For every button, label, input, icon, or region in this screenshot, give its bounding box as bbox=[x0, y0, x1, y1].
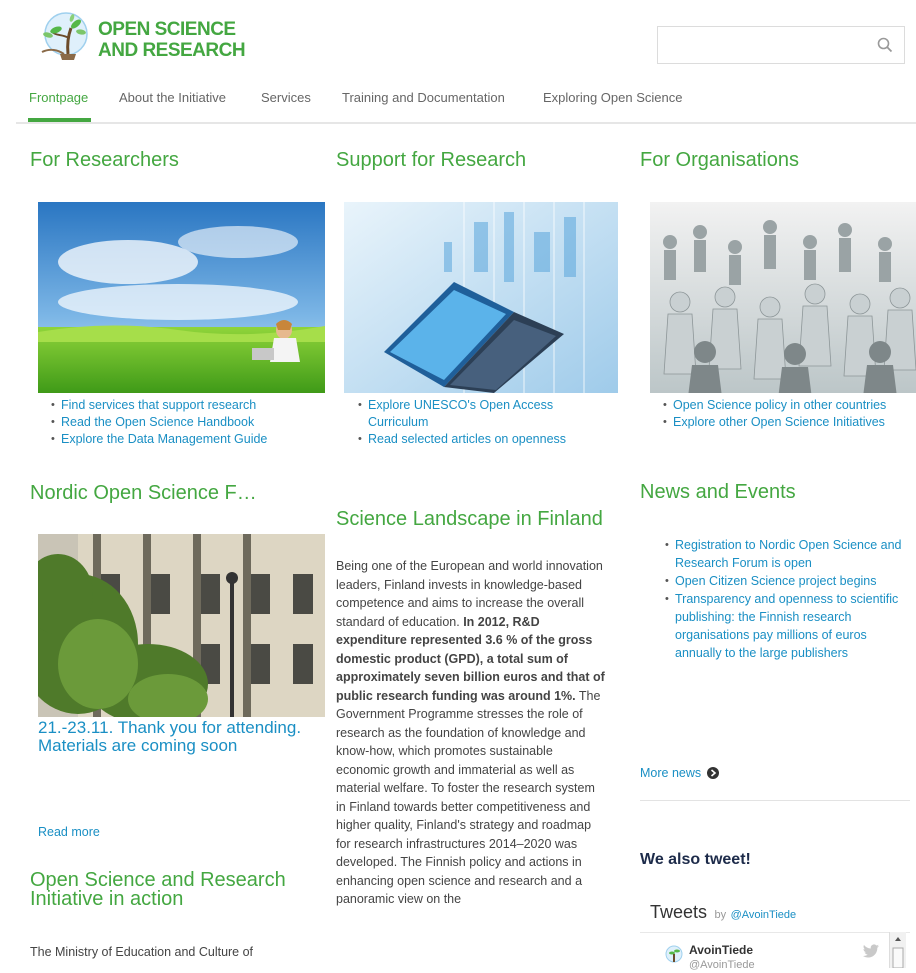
tweets-widget-header: Tweets by @AvoinTiede bbox=[650, 902, 796, 923]
researchers-links: Find services that support research Read… bbox=[48, 397, 328, 448]
support-image[interactable] bbox=[344, 202, 618, 393]
logo-line-1: OPEN SCIENCE bbox=[98, 19, 236, 40]
support-title[interactable]: Support for Research bbox=[336, 149, 526, 171]
list-item[interactable]: Explore other Open Science Initiatives bbox=[660, 414, 916, 431]
tweets-handle-link[interactable]: @AvoinTiede bbox=[731, 909, 797, 921]
initiative-text: The Ministry of Education and Culture of bbox=[30, 945, 254, 959]
news-divider bbox=[640, 800, 910, 801]
list-item[interactable]: Open Citizen Science project begins bbox=[662, 572, 902, 590]
site-logo-text[interactable]: OPEN SCIENCE AND RESEARCH bbox=[98, 19, 246, 61]
tweets-scrollbar[interactable] bbox=[889, 932, 906, 969]
landscape-title: Science Landscape in Finland bbox=[336, 508, 603, 530]
tweet-user-handle[interactable]: @AvoinTiede bbox=[689, 959, 755, 971]
tweet-heading: We also tweet! bbox=[640, 851, 751, 868]
news-list: Registration to Nordic Open Science and … bbox=[662, 536, 902, 662]
tweets-by: by bbox=[714, 909, 727, 921]
nordic-read-more-link[interactable]: Read more bbox=[38, 825, 100, 839]
researchers-image[interactable] bbox=[38, 202, 325, 393]
search-icon[interactable] bbox=[876, 36, 894, 54]
list-item[interactable]: Transparency and openness to scientific … bbox=[662, 590, 902, 662]
list-item[interactable]: Explore UNESCO's Open Access Curriculum bbox=[355, 397, 595, 431]
list-item[interactable]: Registration to Nordic Open Science and … bbox=[662, 536, 902, 572]
more-news-link[interactable]: More news bbox=[640, 766, 719, 782]
logo-line-2: AND RESEARCH bbox=[98, 40, 246, 61]
twitter-bird-icon[interactable] bbox=[862, 944, 880, 958]
nav-exploring[interactable]: Exploring Open Science bbox=[543, 90, 682, 105]
landscape-body: Being one of the European and world inno… bbox=[336, 557, 606, 909]
tweets-divider bbox=[640, 932, 910, 933]
nav-about[interactable]: About the Initiative bbox=[119, 90, 226, 105]
more-news-label: More news bbox=[640, 766, 702, 780]
nav-divider bbox=[16, 122, 916, 124]
news-title[interactable]: News and Events bbox=[640, 481, 796, 503]
search-box bbox=[657, 26, 905, 64]
nav-training[interactable]: Training and Documentation bbox=[342, 90, 505, 105]
nav-services[interactable]: Services bbox=[261, 90, 311, 105]
nordic-headline[interactable]: 21.-23.11. Thank you for attending. Mate… bbox=[38, 719, 328, 755]
list-item[interactable]: Read selected articles on openness bbox=[355, 431, 595, 448]
arrow-circle-icon bbox=[706, 767, 719, 782]
nordic-title[interactable]: Nordic Open Science F… bbox=[30, 482, 257, 504]
list-item[interactable]: Open Science policy in other countries bbox=[660, 397, 916, 414]
list-item[interactable]: Find services that support research bbox=[48, 397, 328, 414]
list-item[interactable]: Read the Open Science Handbook bbox=[48, 414, 328, 431]
list-item[interactable]: Explore the Data Management Guide bbox=[48, 431, 328, 448]
support-links: Explore UNESCO's Open Access Curriculum … bbox=[355, 397, 595, 448]
landscape-rest: The Government Programme stresses the ro… bbox=[336, 688, 601, 907]
initiative-title[interactable]: Open Science and Research Initiative in … bbox=[30, 870, 300, 909]
search-input[interactable] bbox=[668, 28, 872, 64]
logo-icon[interactable] bbox=[34, 8, 96, 66]
tweet-user-name[interactable]: AvoinTiede bbox=[689, 943, 753, 957]
organisations-links: Open Science policy in other countries E… bbox=[660, 397, 916, 431]
main-nav: Frontpage About the Initiative Services … bbox=[0, 86, 916, 124]
organisations-title[interactable]: For Organisations bbox=[640, 149, 799, 171]
nordic-image[interactable] bbox=[38, 534, 325, 717]
researchers-title[interactable]: For Researchers bbox=[30, 149, 179, 171]
organisations-image[interactable] bbox=[650, 202, 916, 393]
avatar[interactable] bbox=[663, 944, 685, 968]
nav-frontpage[interactable]: Frontpage bbox=[29, 90, 88, 105]
tweets-title: Tweets bbox=[650, 902, 708, 922]
scroll-up-icon[interactable] bbox=[890, 932, 906, 969]
